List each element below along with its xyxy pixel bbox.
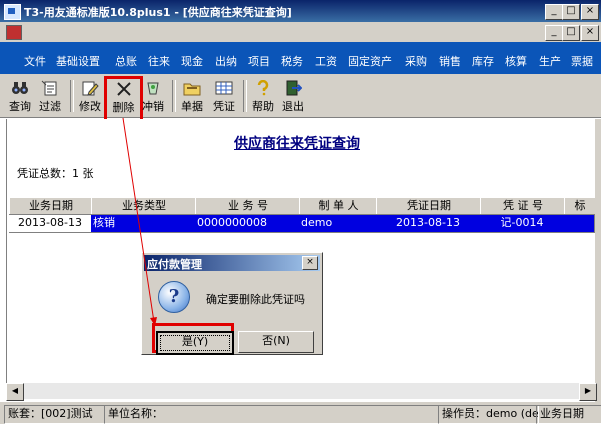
status-bar: 账套：[002]测试 单位名称： 操作员：demo (de 业务日期 (0, 402, 601, 424)
menu-payables[interactable]: 往来 (148, 53, 170, 69)
maximize-button[interactable]: □ (562, 4, 580, 20)
page-title: 供应商往来凭证查询 (234, 136, 360, 152)
menu-fixed-assets[interactable]: 固定资产 (348, 53, 392, 69)
query-label: 查询 (9, 100, 31, 113)
modify-label: 修改 (79, 100, 101, 113)
menu-production[interactable]: 生产 (539, 53, 561, 69)
menu-file[interactable]: 文件 (24, 53, 46, 69)
scroll-right-icon[interactable]: ▶ (579, 383, 597, 401)
dialog-title-bar: 应付款管理 × (144, 255, 320, 271)
cell-voucher-number[interactable]: 记-0014 (480, 214, 565, 233)
voucher-icon (215, 81, 233, 95)
yes-button[interactable]: 是(Y) (156, 331, 234, 355)
menu-project[interactable]: 项目 (248, 53, 270, 69)
app-icon (4, 4, 21, 20)
toolbar-separator (172, 80, 176, 112)
folder-icon (183, 83, 201, 96)
menu-general-ledger[interactable]: 总账 (115, 53, 137, 69)
cell-mark[interactable] (564, 214, 595, 233)
filter-icon (41, 80, 57, 96)
binoculars-icon (12, 82, 28, 94)
voucher-button[interactable]: 凭证 (210, 78, 238, 114)
toolbar-separator (243, 80, 247, 112)
exit-label: 退出 (282, 100, 304, 113)
menu-bills[interactable]: 票据 (571, 53, 593, 69)
dialog-close-button[interactable]: × (302, 256, 318, 270)
modify-button[interactable]: 修改 (76, 78, 104, 114)
toolbar-separator (70, 80, 74, 112)
menu-basic-settings[interactable]: 基础设置 (56, 53, 100, 69)
status-account: 账套：[002]测试 (4, 405, 105, 424)
document-button[interactable]: 单据 (178, 78, 206, 114)
voucher-label: 凭证 (213, 100, 235, 113)
no-button[interactable]: 否(N) (238, 331, 314, 353)
help-icon (257, 80, 269, 96)
window-title-bar: T3-用友通标准版10.8plus1 - [供应商往来凭证查询] _ □ × (0, 0, 601, 22)
cell-business-type[interactable]: 核销 (91, 214, 198, 233)
horizontal-scrollbar[interactable]: ◀ ▶ (6, 383, 597, 401)
status-business-date: 业务日期 (536, 405, 601, 424)
menu-bar: 文件 基础设置 总账 往来 现金 出纳 项目 税务 工资 固定资产 采购 销售 … (0, 42, 601, 74)
menu-cash[interactable]: 现金 (181, 53, 203, 69)
voucher-count: 凭证总数：1 张 (17, 167, 94, 180)
dialog-title: 应付款管理 (147, 258, 202, 271)
status-operator: 操作员：demo (de (438, 405, 539, 424)
menu-cashier[interactable]: 出纳 (215, 53, 237, 69)
help-button[interactable]: 帮助 (249, 78, 277, 114)
question-icon: ? (158, 281, 190, 313)
cell-business-number[interactable]: 0000000008 (195, 214, 302, 233)
exit-button[interactable]: 退出 (279, 78, 307, 114)
mdi-close-button[interactable]: × (581, 25, 599, 41)
menu-accounting[interactable]: 核算 (505, 53, 527, 69)
reverse-icon (147, 82, 159, 95)
dialog-message: 确定要删除此凭证吗 (206, 293, 305, 306)
scroll-left-icon[interactable]: ◀ (6, 383, 24, 401)
status-unit: 单位名称： (104, 405, 439, 424)
reverse-button[interactable]: 冲销 (139, 78, 167, 114)
minimize-button[interactable]: _ (545, 4, 563, 20)
delete-button[interactable]: 删除 (104, 76, 143, 122)
edit-icon (82, 81, 99, 96)
filter-button[interactable]: 过滤 (36, 78, 64, 114)
cell-voucher-date[interactable]: 2013-08-13 (376, 214, 481, 233)
delete-icon (116, 82, 131, 96)
mdi-bar: _ □ × (0, 22, 601, 42)
mdi-restore-button[interactable]: □ (562, 25, 580, 41)
cell-creator[interactable]: demo (299, 214, 379, 233)
help-label: 帮助 (252, 100, 274, 113)
document-label: 单据 (181, 100, 203, 113)
mdi-minimize-button[interactable]: _ (545, 25, 563, 41)
query-button[interactable]: 查询 (6, 78, 34, 114)
confirm-dialog: 应付款管理 × ? 确定要删除此凭证吗 是(Y) 否(N) (141, 252, 323, 355)
menu-inventory[interactable]: 库存 (472, 53, 494, 69)
menu-purchase[interactable]: 采购 (405, 53, 427, 69)
cell-business-date[interactable]: 2013-08-13 (9, 214, 92, 233)
menu-tax[interactable]: 税务 (281, 53, 303, 69)
document-icon (6, 25, 22, 40)
menu-sales[interactable]: 销售 (439, 53, 461, 69)
window-title: T3-用友通标准版10.8plus1 - [供应商往来凭证查询] (24, 6, 292, 19)
exit-door-icon (286, 80, 302, 96)
menu-payroll[interactable]: 工资 (315, 53, 337, 69)
close-button[interactable]: × (581, 4, 599, 20)
delete-label: 删除 (112, 101, 135, 114)
right-border (595, 119, 601, 402)
reverse-label: 冲销 (142, 100, 164, 113)
filter-label: 过滤 (39, 100, 61, 113)
toolbar: 查询 过滤 修改 删除 冲销 单据 凭证 帮助 退出 (0, 74, 601, 122)
